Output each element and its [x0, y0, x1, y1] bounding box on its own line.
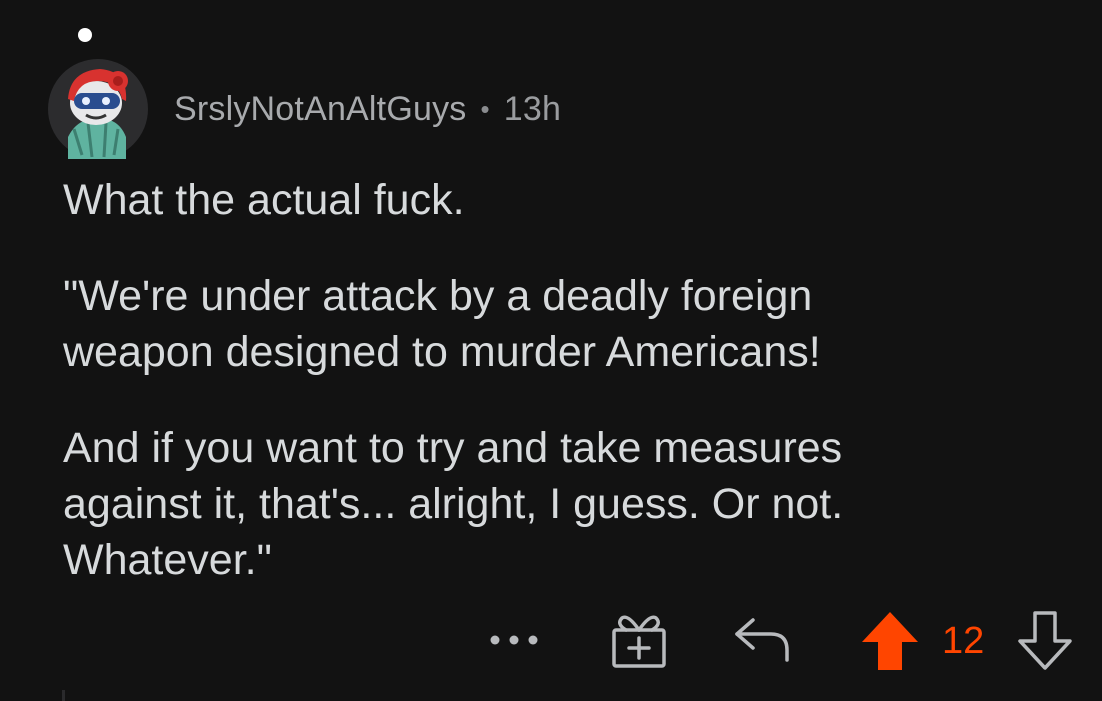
meta-separator: •	[480, 93, 490, 124]
avatar[interactable]	[48, 28, 148, 159]
comment-paragraph: "We're under attack by a deadly foreign …	[63, 272, 821, 376]
comment-meta: SrslyNotAnAltGuys • 13h	[174, 90, 561, 129]
comment-paragraph: What the actual fuck.	[63, 176, 465, 224]
comment-age: 13h	[503, 89, 562, 128]
more-icon[interactable]	[489, 634, 539, 646]
vote-score: 12	[942, 620, 985, 662]
comment-body: What the actual fuck. "We're under attac…	[63, 172, 1063, 628]
comment-action-bar: 12	[480, 606, 1080, 676]
comment-paragraph: And if you want to try and take measures…	[63, 424, 844, 584]
avatar-accessory-icon	[78, 28, 92, 42]
username-link[interactable]: SrslyNotAnAltGuys	[174, 90, 466, 129]
reply-arrow-icon[interactable]	[733, 614, 793, 666]
gift-award-icon[interactable]	[610, 610, 670, 670]
upvote-arrow-icon[interactable]	[860, 610, 920, 672]
comment: SrslyNotAnAltGuys • 13h What the actual …	[0, 0, 1102, 701]
thread-line[interactable]	[62, 690, 65, 701]
avatar-image	[48, 59, 148, 159]
downvote-arrow-icon[interactable]	[1016, 610, 1074, 672]
comment-header: SrslyNotAnAltGuys • 13h	[48, 28, 561, 159]
